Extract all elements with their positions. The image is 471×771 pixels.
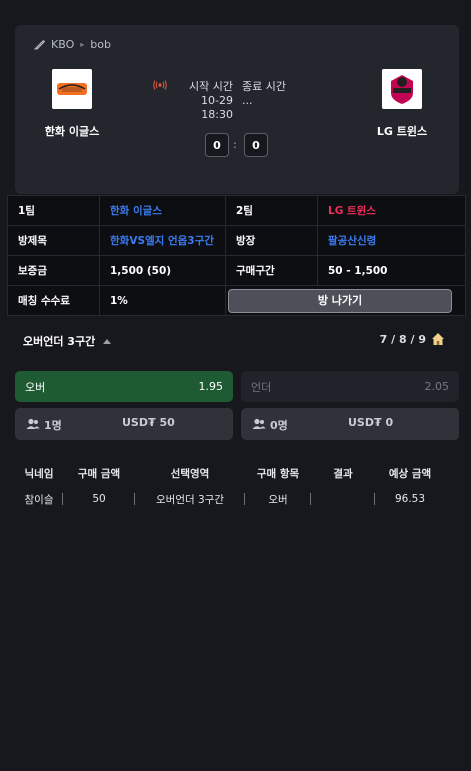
home-team-name: 한화 이글스 [44,125,100,138]
deposit-label: 보증금 [7,255,100,286]
room-title-value: 한화VS엘지 언옵3구간 [99,225,226,256]
market-title[interactable]: 오버언더 3구간 [23,333,112,349]
deposit-value: 1,500 (50) [99,255,226,286]
info-row: 보증금 1,500 (50) 구매구간 50 - 1,500 [7,255,466,286]
under-user-count: 0명 [270,419,288,432]
col-selection: 선택영역 [170,467,210,480]
bets-table: 닉네임 구매 금액 선택영역 구매 항목 결과 예상 금액 참이슬 50 오버언… [15,462,445,514]
round-numbers: 7 / 8 / 9 [379,332,426,346]
over-stake-summary: 1명 USD₮ 50 [15,408,233,440]
col-expected: 예상 금액 [388,467,432,480]
start-time-value: 10-29 18:30 [201,94,233,121]
info-row: 방제목 한화VS엘지 언옵3구간 방장 팔공산신령 [7,225,466,256]
chevron-right-icon: ▸ [80,40,85,49]
end-time-value: ... [242,94,253,107]
col-result: 결과 [333,467,353,480]
breadcrumb-game[interactable]: bob [90,38,111,51]
start-time-label: 시작 시간 [189,80,233,93]
host-label: 방장 [225,225,318,256]
end-time-label: 종료 시간 [242,80,286,93]
live-broadcast-icon [153,80,167,90]
room-info-table: 1팀 한화 이글스 2팀 LG 트윈스 방제목 한화VS엘지 언옵3구간 방장 … [7,195,466,316]
team2-value: LG 트윈스 [317,195,466,226]
table-row: 참이슬 50 오버언더 3구간 오버 96.53 [15,484,445,514]
over-odds: 1.95 [198,380,224,393]
caret-up-icon [103,338,112,344]
team1-value: 한화 이글스 [99,195,226,226]
cell-selection: 오버언더 3구간 [135,484,245,514]
round-info: 7 / 8 / 9 [380,332,445,346]
away-team-logo [382,69,422,109]
cell-amount: 50 [63,484,135,514]
cell-result [311,484,375,514]
breadcrumb: KBO ▸ bob [33,38,111,51]
home-score: 0 [205,133,229,157]
breadcrumb-league[interactable]: KBO [51,38,74,51]
market-title-label: 오버언더 3구간 [23,335,96,348]
over-user-count: 1명 [44,419,62,432]
under-label: 언더 [251,380,272,394]
col-nickname: 닉네임 [24,467,54,480]
range-label: 구매구간 [225,255,318,286]
users-icon [252,418,266,429]
users-icon [26,418,40,429]
exit-room-button[interactable]: 방 나가기 [228,288,452,313]
col-item: 구매 항목 [256,467,300,480]
cell-nickname: 참이슬 [15,484,63,514]
cell-expected: 96.53 [394,493,426,505]
exit-button-cell: 방 나가기 [225,285,466,316]
under-total-amount: USD₮ 0 [348,416,394,429]
over-total-amount: USD₮ 50 [122,416,175,429]
host-value: 팔공산신령 [317,225,466,256]
range-value: 50 - 1,500 [317,255,466,286]
home-team-logo [52,69,92,109]
fee-label: 매칭 수수료 [7,285,100,316]
team1-label: 1팀 [7,195,100,226]
over-label: 오버 [25,380,46,394]
house-icon [432,333,444,345]
team2-label: 2팀 [225,195,318,226]
away-team-name: LG 트윈스 [376,125,428,138]
under-bet-button[interactable]: 언더 2.05 [241,371,459,402]
cell-item: 오버 [245,484,311,514]
score-separator: : [233,138,237,151]
baseball-bat-icon [34,39,45,50]
match-card: KBO ▸ bob 한화 이글스 LG 트윈스 시작 시간 10-29 18:3… [15,25,459,194]
col-amount: 구매 금액 [77,467,121,480]
end-time: 종료 시간 ... [242,80,302,108]
room-title-label: 방제목 [7,225,100,256]
over-bet-button[interactable]: 오버 1.95 [15,371,233,402]
info-row: 1팀 한화 이글스 2팀 LG 트윈스 [7,195,466,226]
under-stake-summary: 0명 USD₮ 0 [241,408,459,440]
under-odds: 2.05 [424,380,450,393]
fee-value: 1% [99,285,226,316]
info-row: 매칭 수수료 1% 방 나가기 [7,285,466,316]
bets-header-row: 닉네임 구매 금액 선택영역 구매 항목 결과 예상 금액 [15,462,445,484]
away-score: 0 [244,133,268,157]
start-time: 시작 시간 10-29 18:30 [173,80,233,122]
